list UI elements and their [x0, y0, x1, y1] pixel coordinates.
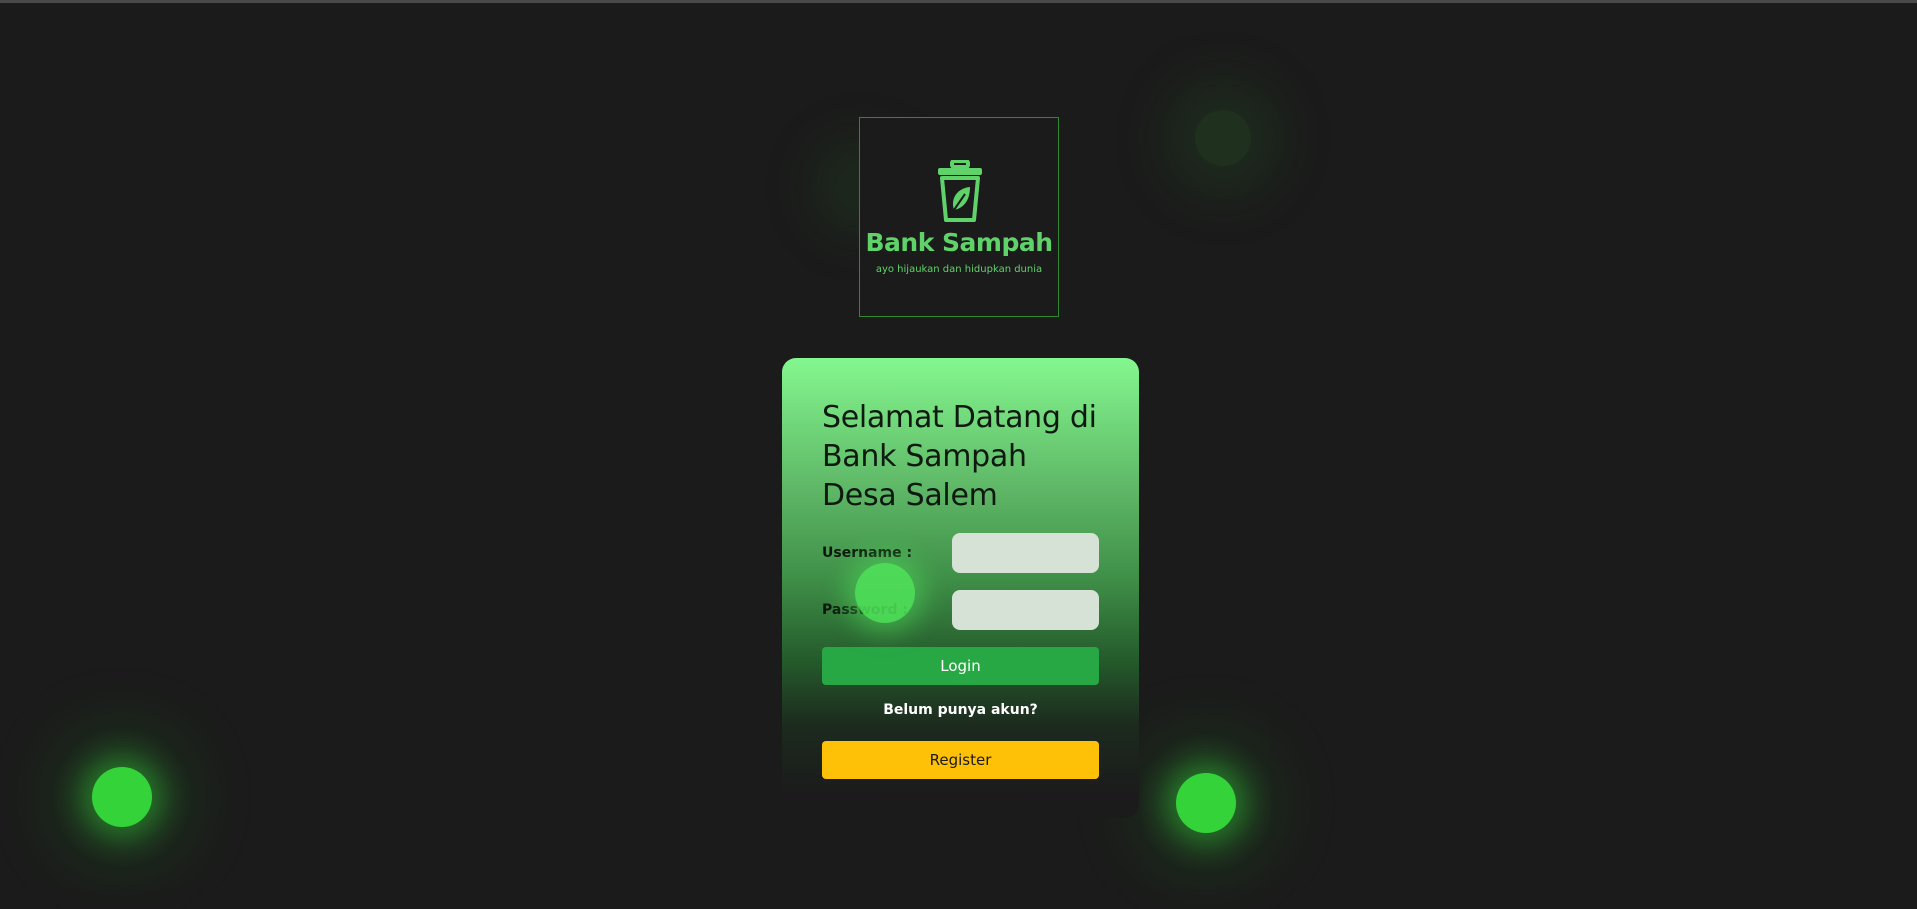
login-button[interactable]: Login: [822, 647, 1099, 685]
background-orb-center: [855, 563, 915, 623]
page-background: Bank Sampah ayo hijaukan dan hidupkan du…: [0, 0, 1917, 909]
register-button[interactable]: Register: [822, 741, 1099, 779]
username-input[interactable]: [952, 533, 1099, 573]
trash-bin-leaf-icon: [938, 160, 982, 222]
login-card: Selamat Datang di Bank Sampah Desa Salem…: [782, 358, 1139, 818]
no-account-text: Belum punya akun?: [883, 702, 1038, 718]
background-orb-left: [92, 767, 152, 827]
logo-title: Bank Sampah: [865, 228, 1053, 257]
logo-tagline: ayo hijaukan dan hidupkan dunia: [875, 264, 1043, 275]
background-orb-right: [1176, 773, 1236, 833]
top-divider: [0, 0, 1917, 3]
password-input[interactable]: [952, 590, 1099, 630]
welcome-heading: Selamat Datang di Bank Sampah Desa Salem: [822, 400, 1097, 513]
username-row: Username :: [822, 533, 1099, 573]
background-orb-faint: [1195, 110, 1251, 166]
username-label: Username :: [822, 545, 913, 561]
logo: Bank Sampah ayo hijaukan dan hidupkan du…: [859, 117, 1059, 317]
